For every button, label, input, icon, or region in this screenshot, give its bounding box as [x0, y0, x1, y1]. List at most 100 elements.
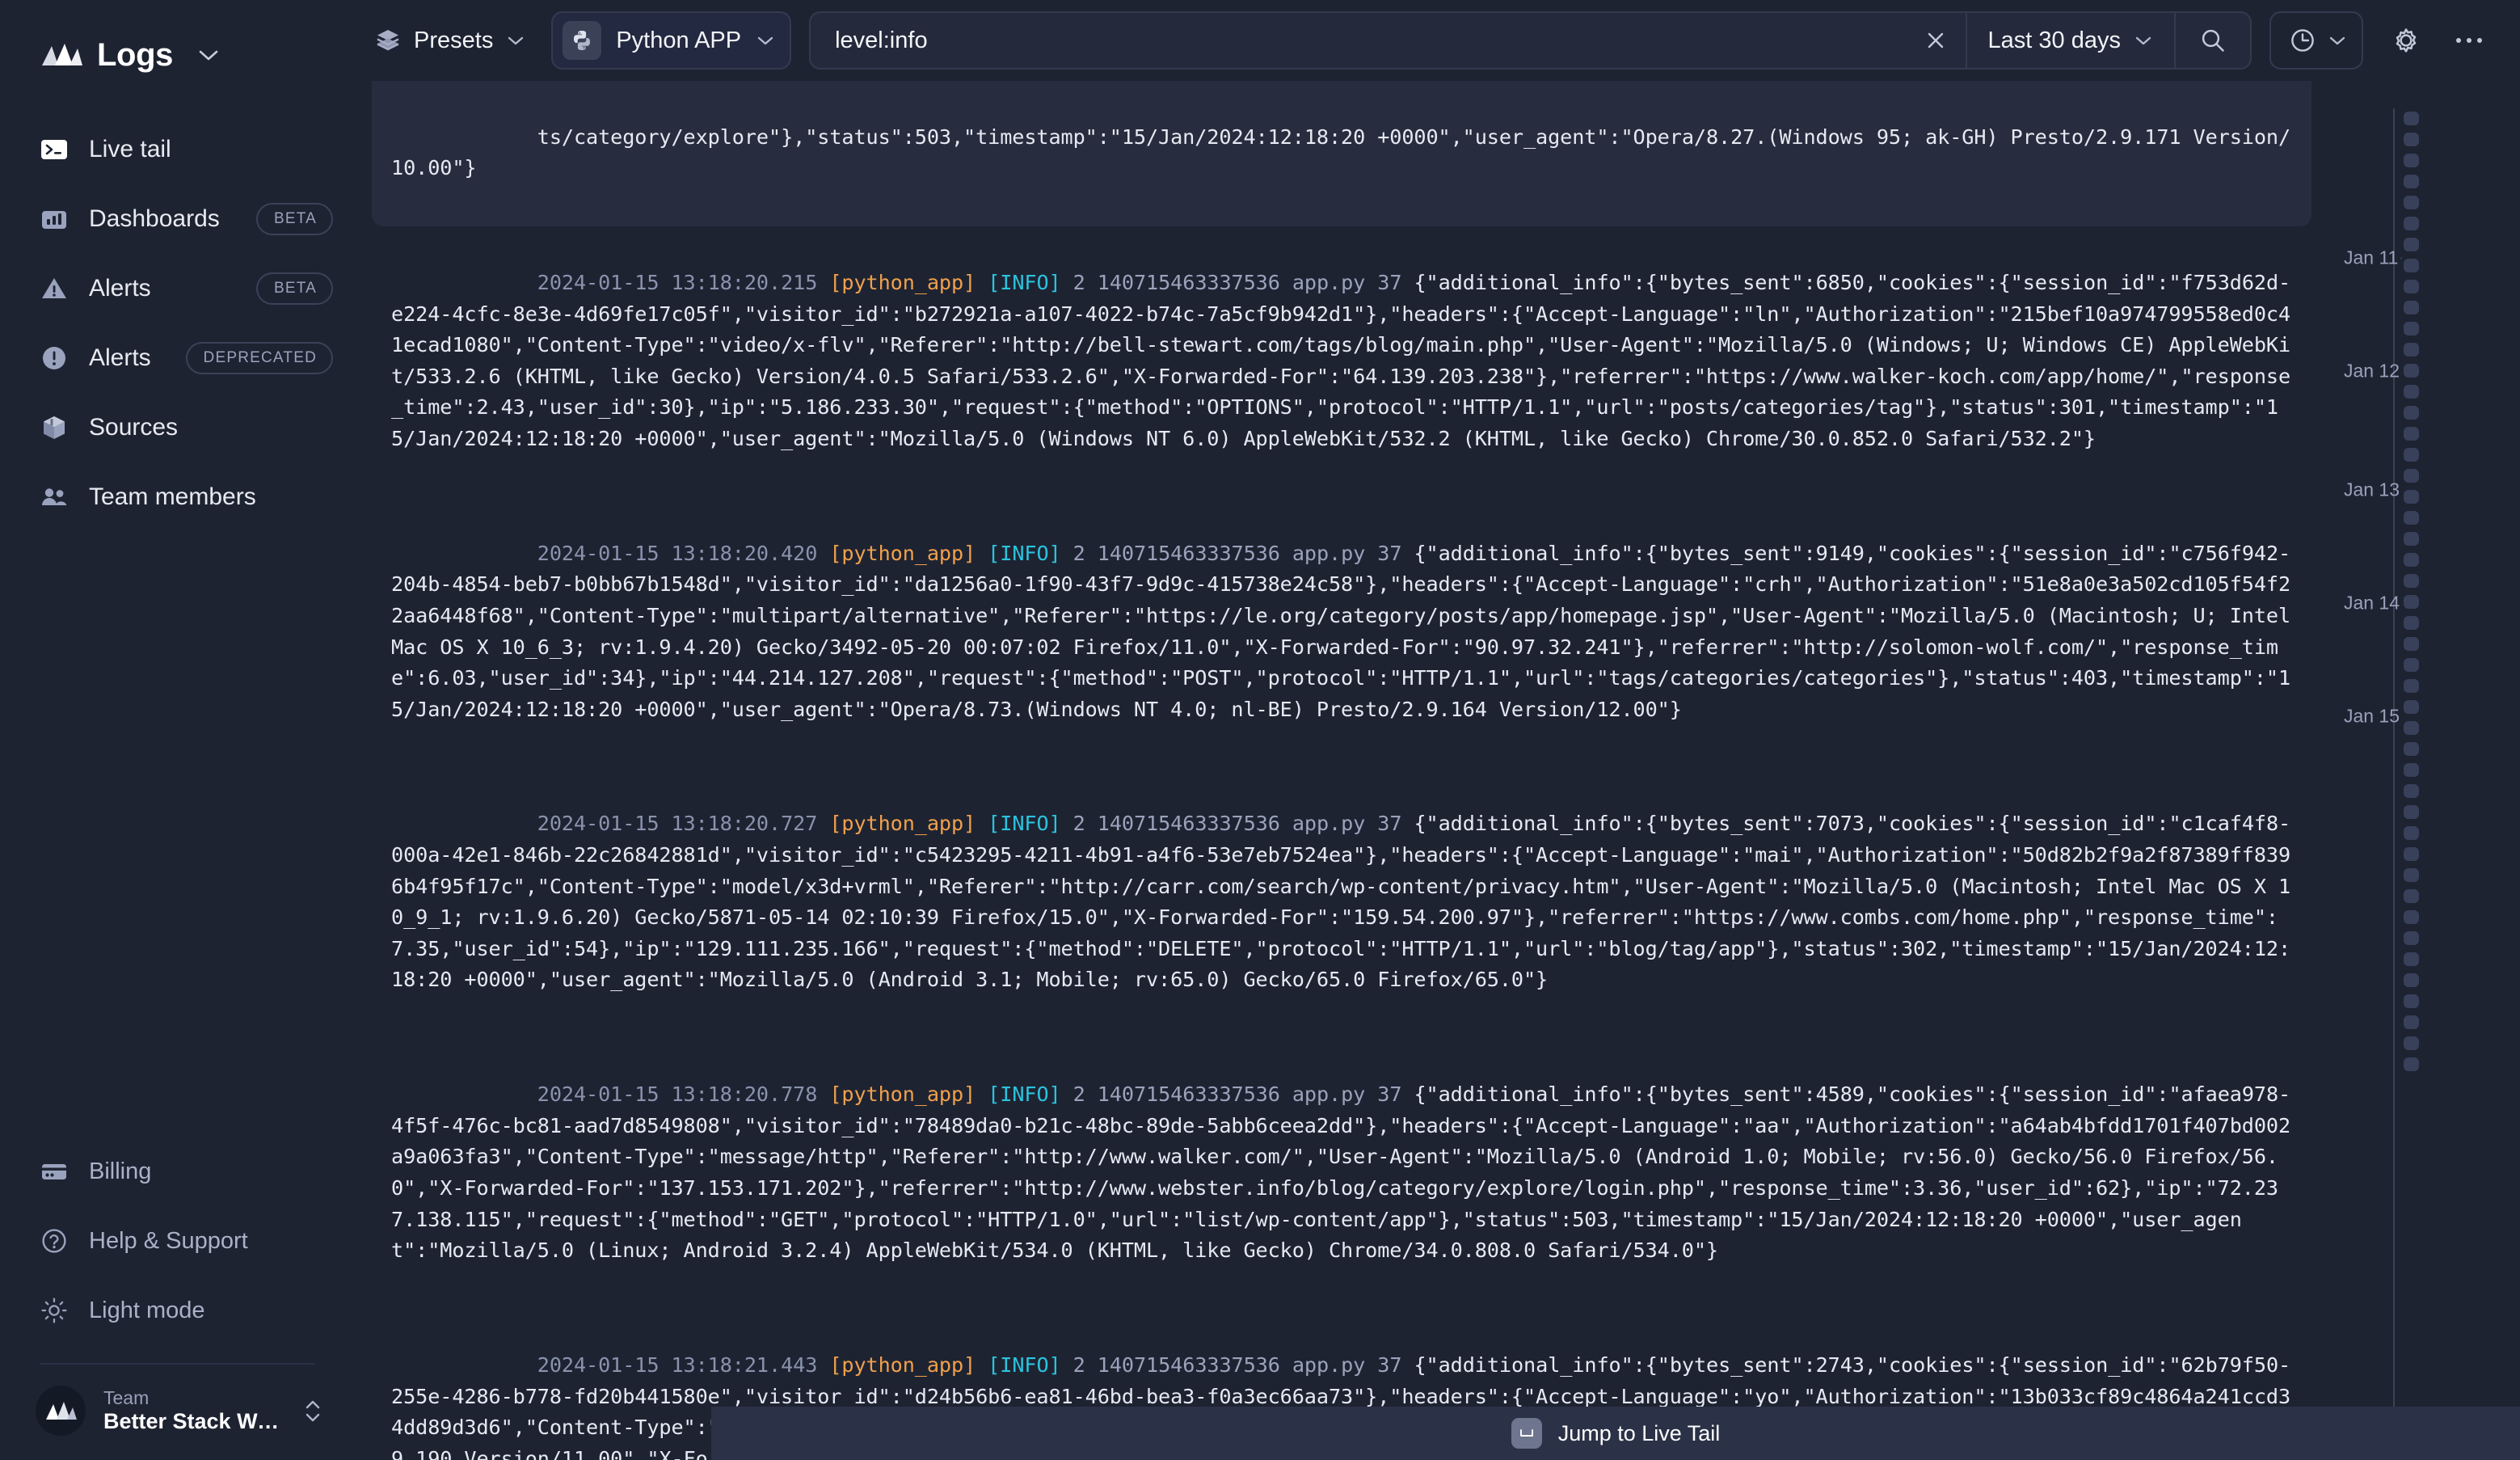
better-stack-avatar-icon: [36, 1386, 86, 1436]
timeline-block[interactable]: [2404, 217, 2419, 230]
timeline-block[interactable]: [2404, 784, 2419, 798]
log-scroll-region[interactable]: ts/category/explore"},"status":503,"time…: [356, 81, 2344, 1460]
log-entry-partial[interactable]: ts/category/explore"},"status":503,"time…: [372, 81, 2311, 227]
timeline-block[interactable]: [2404, 679, 2419, 693]
sidebar-item-alerts-beta[interactable]: Alerts BETA: [0, 254, 356, 323]
timeline-block[interactable]: [2404, 259, 2419, 272]
timeline-block[interactable]: [2404, 574, 2419, 588]
timeline-block[interactable]: [2404, 469, 2419, 483]
timeline-block[interactable]: [2404, 322, 2419, 335]
users-icon: [40, 483, 68, 511]
sidebar-item-billing[interactable]: Billing: [0, 1137, 356, 1206]
timeline-block[interactable]: [2404, 490, 2419, 504]
timeline-block[interactable]: [2404, 406, 2419, 420]
timeline-block[interactable]: [2404, 931, 2419, 945]
timeline-block[interactable]: [2404, 175, 2419, 188]
timeline-minimap[interactable]: Jan 11 Jan 12 Jan 13 Jan 14 Jan 15: [2344, 81, 2520, 1460]
timeline-block[interactable]: [2404, 700, 2419, 714]
timeline-block[interactable]: [2404, 280, 2419, 293]
log-app-tag: [python_app]: [829, 270, 976, 294]
timeline-block[interactable]: [2404, 910, 2419, 924]
clear-query-button[interactable]: [1906, 13, 1966, 68]
timeline-block[interactable]: [2404, 427, 2419, 441]
team-switcher[interactable]: Team Better Stack Wr…: [0, 1365, 356, 1460]
timeline-block[interactable]: [2404, 238, 2419, 251]
better-stack-logo-icon: [40, 41, 82, 69]
timeline-tick-label: Jan 15: [2343, 705, 2400, 727]
timeline-block[interactable]: [2404, 154, 2419, 167]
time-range-selector[interactable]: Last 30 days: [1967, 13, 2174, 68]
timeline-block[interactable]: [2404, 112, 2419, 125]
log-entry[interactable]: 2024-01-15 13:18:20.778 [python_app] [IN…: [372, 1039, 2311, 1310]
timeline-block[interactable]: [2404, 595, 2419, 609]
timeline-block[interactable]: [2404, 637, 2419, 651]
sidebar-item-dashboards[interactable]: Dashboards BETA: [0, 184, 356, 254]
presets-button[interactable]: Presets: [356, 15, 535, 66]
timeline-block[interactable]: [2404, 847, 2419, 861]
timeline-blocks: [2404, 112, 2419, 1071]
chevron-down-icon[interactable]: [197, 48, 220, 62]
search-input[interactable]: [811, 13, 1906, 68]
timeline-tick: Jan 11: [2344, 247, 2402, 269]
timeline-block[interactable]: [2404, 448, 2419, 462]
sun-icon: [40, 1297, 68, 1324]
source-selector[interactable]: Python APP: [551, 11, 792, 70]
jump-to-live-tail-button[interactable]: Jump to Live Tail: [711, 1407, 2520, 1460]
timeline-tick-label: Jan 14: [2343, 592, 2400, 614]
settings-button[interactable]: [2384, 19, 2428, 62]
timeline-tick-label: Jan 13: [2343, 479, 2400, 500]
timeline-block[interactable]: [2404, 1015, 2419, 1029]
credit-card-icon: [40, 1158, 68, 1185]
sidebar-item-live-tail[interactable]: Live tail: [0, 115, 356, 184]
chevron-down-icon: [2134, 34, 2153, 47]
timeline-block[interactable]: [2404, 1057, 2419, 1071]
timeline-block[interactable]: [2404, 532, 2419, 546]
timeline-block[interactable]: [2404, 763, 2419, 777]
log-timestamp: 2024-01-15 13:18:20.778: [537, 1082, 818, 1107]
sidebar-item-team-members[interactable]: Team members: [0, 462, 356, 532]
timeline-block[interactable]: [2404, 301, 2419, 314]
log-meta: 2 140715463337536 app.py 37: [1072, 1352, 1402, 1377]
brand-header[interactable]: Logs: [0, 0, 356, 81]
timeline-block[interactable]: [2404, 994, 2419, 1008]
timeline-block[interactable]: [2404, 343, 2419, 357]
sidebar-item-help-support[interactable]: Help & Support: [0, 1206, 356, 1276]
box-icon: [40, 414, 68, 441]
timeline-block[interactable]: [2404, 616, 2419, 630]
timeline-block[interactable]: [2404, 952, 2419, 966]
sidebar-item-alerts-deprecated[interactable]: Alerts DEPRECATED: [0, 323, 356, 393]
presets-label: Presets: [414, 27, 494, 53]
timeline-block[interactable]: [2404, 133, 2419, 146]
log-entry[interactable]: 2024-01-15 13:18:20.215 [python_app] [IN…: [372, 226, 2311, 497]
log-entry[interactable]: 2024-01-15 13:18:20.727 [python_app] [IN…: [372, 768, 2311, 1039]
timeline-block[interactable]: [2404, 826, 2419, 840]
terminal-icon: [40, 136, 68, 163]
log-body: {"additional_info":{"bytes_sent":9149,"c…: [391, 541, 2303, 721]
timeline-block[interactable]: [2404, 973, 2419, 987]
timeline-tick-dash: [2400, 257, 2402, 259]
sidebar-item-light-mode[interactable]: Light mode: [0, 1276, 356, 1345]
more-options-button[interactable]: [2447, 19, 2491, 62]
chevron-up-down-icon[interactable]: [302, 1395, 323, 1426]
search-button[interactable]: [2176, 13, 2250, 68]
timeline-block[interactable]: [2404, 721, 2419, 735]
timeline-block[interactable]: [2404, 805, 2419, 819]
timeline-block[interactable]: [2404, 196, 2419, 209]
timeline-tick-label: Jan 11: [2344, 247, 2399, 268]
log-entry[interactable]: 2024-01-15 13:18:20.420 [python_app] [IN…: [372, 497, 2311, 768]
log-meta: 2 140715463337536 app.py 37: [1072, 541, 1402, 565]
timeline-block[interactable]: [2404, 511, 2419, 525]
timeline-tick-label: Jan 12: [2343, 360, 2400, 382]
history-button[interactable]: [2269, 11, 2363, 70]
log-app-tag: [python_app]: [829, 1082, 976, 1107]
timeline-block[interactable]: [2404, 742, 2419, 756]
timeline-block[interactable]: [2404, 364, 2419, 378]
timeline-block[interactable]: [2404, 553, 2419, 567]
timeline-block[interactable]: [2404, 868, 2419, 882]
log-list: ts/category/explore"},"status":503,"time…: [356, 81, 2344, 1460]
timeline-block[interactable]: [2404, 889, 2419, 903]
timeline-block[interactable]: [2404, 1036, 2419, 1050]
timeline-block[interactable]: [2404, 658, 2419, 672]
timeline-block[interactable]: [2404, 385, 2419, 399]
sidebar-item-sources[interactable]: Sources: [0, 393, 356, 462]
